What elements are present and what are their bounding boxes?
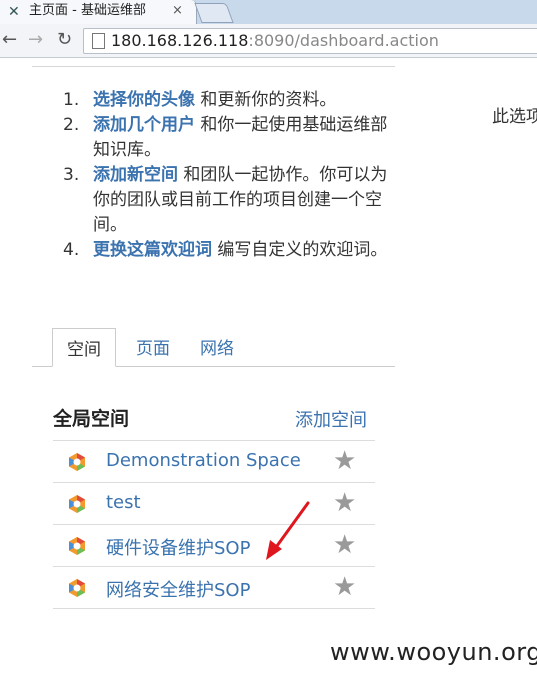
new-tab-button[interactable] [194,3,234,23]
star-icon[interactable]: ★ [333,574,356,600]
star-icon[interactable]: ★ [333,490,356,516]
list-item: 4. 更换这篇欢迎词 编写自定义的欢迎词。 [63,240,388,260]
add-space-link[interactable]: 添加新空间 [93,165,178,185]
tab-pages[interactable]: 页面 [128,328,178,366]
tab-title: 主页面 - 基础运维部 [29,3,146,18]
space-list: Demonstration Space ★ test ★ 硬件设备维护SOP ★… [53,440,375,609]
page-icon [92,33,105,49]
list-item: Demonstration Space ★ [53,440,375,482]
close-tab-icon[interactable]: × [172,0,183,22]
add-users-link[interactable]: 添加几个用户 [93,115,195,135]
list-item: 1. 选择你的头像 和更新你的资料。 [63,90,337,110]
edit-welcome-link[interactable]: 更换这篇欢迎词 [93,240,212,260]
section-title: 全局空间 [53,408,130,430]
address-bar[interactable]: 180.168.126.118:8090/dashboard.action [83,28,537,54]
space-logo-icon [69,579,85,597]
space-logo-icon [69,453,85,471]
annotation-arrow-icon [266,501,310,560]
list-item: 3. 添加新空间 和团队一起协作。你可以为你的团队或目前工作的项目创建一个空间。 [63,165,388,235]
add-space-button[interactable]: 添加空间 [295,406,367,432]
space-link[interactable]: 网络安全维护SOP [106,576,250,602]
star-icon[interactable]: ★ [333,532,356,558]
browser-tab-strip: ✕ 主页面 - 基础运维部 × [0,0,537,24]
space-logo-icon [69,537,85,555]
browser-tab[interactable]: ✕ 主页面 - 基础运维部 × [0,0,197,24]
back-arrow-icon[interactable]: ← [2,29,17,51]
content-tabs: 空间 页面 网络 [32,328,395,367]
space-link[interactable]: test [106,492,141,513]
welcome-steps: 1. 选择你的头像 和更新你的资料。 2. 添加几个用户 和你一起使用基础运维部知识… [58,88,393,263]
url-text: 180.168.126.118:8090/dashboard.action [111,31,439,50]
space-logo-icon [69,495,85,513]
browser-toolbar: ← → ↻ 180.168.126.118:8090/dashboard.act… [0,24,537,58]
space-link[interactable]: 硬件设备维护SOP [106,534,250,560]
forward-arrow-icon[interactable]: → [28,29,43,51]
list-item: 硬件设备维护SOP ★ [53,524,375,566]
tab-network[interactable]: 网络 [192,328,242,366]
reload-icon[interactable]: ↻ [57,29,72,51]
star-icon[interactable]: ★ [333,448,356,474]
side-panel-text: 此选项 [492,107,537,127]
list-item: test ★ [53,482,375,524]
space-link[interactable]: Demonstration Space [106,450,301,471]
choose-avatar-link[interactable]: 选择你的头像 [93,90,195,110]
list-item: 2. 添加几个用户 和你一起使用基础运维部知识库。 [63,115,388,160]
confluence-x-icon: ✕ [8,4,20,20]
list-item: 网络安全维护SOP ★ [53,566,375,609]
watermark: www.wooyun.org [330,638,537,666]
divider [32,66,395,67]
tab-spaces[interactable]: 空间 [52,328,116,367]
